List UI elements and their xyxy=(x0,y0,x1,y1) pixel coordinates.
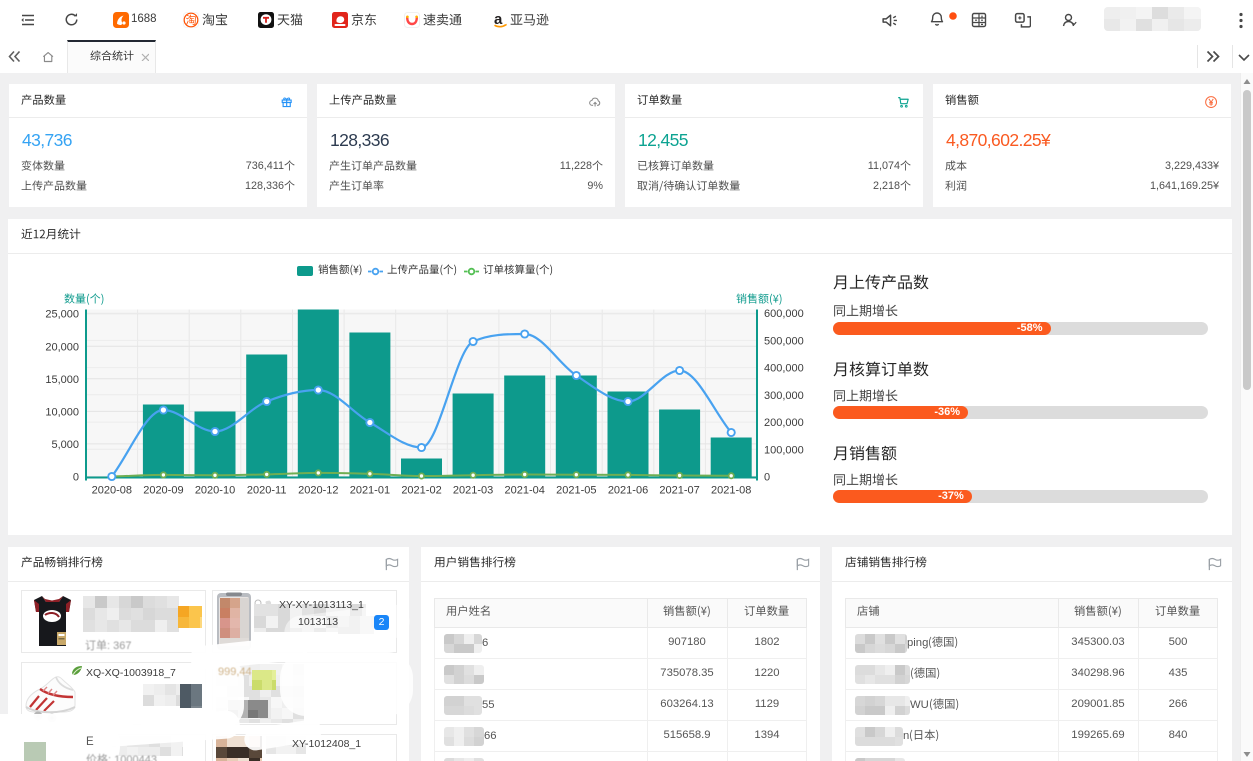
svg-text:300,000: 300,000 xyxy=(764,390,804,402)
svg-text:0: 0 xyxy=(73,472,79,484)
svg-text:2021-01: 2021-01 xyxy=(350,485,390,497)
svg-text:200,000: 200,000 xyxy=(764,417,804,429)
svg-text:0: 0 xyxy=(764,472,770,484)
svg-text:2021-05: 2021-05 xyxy=(556,485,596,497)
svg-text:20,000: 20,000 xyxy=(45,341,79,353)
svg-text:2020-09: 2020-09 xyxy=(143,485,183,497)
svg-text:600,000: 600,000 xyxy=(764,308,804,320)
svg-text:2021-08: 2021-08 xyxy=(711,485,751,497)
svg-text:500,000: 500,000 xyxy=(764,335,804,347)
svg-text:2020-08: 2020-08 xyxy=(92,485,132,497)
svg-text:25,000: 25,000 xyxy=(45,309,79,321)
svg-text:2021-04: 2021-04 xyxy=(505,485,545,497)
svg-text:5,000: 5,000 xyxy=(51,439,79,451)
svg-text:15,000: 15,000 xyxy=(45,374,79,386)
svg-text:100,000: 100,000 xyxy=(764,444,804,456)
svg-text:2021-02: 2021-02 xyxy=(401,485,441,497)
svg-text:2020-10: 2020-10 xyxy=(195,485,235,497)
svg-text:2021-03: 2021-03 xyxy=(453,485,493,497)
svg-text:2021-06: 2021-06 xyxy=(608,485,648,497)
svg-text:2021-07: 2021-07 xyxy=(659,485,699,497)
svg-text:2020-11: 2020-11 xyxy=(247,485,287,497)
svg-text:10,000: 10,000 xyxy=(45,406,79,418)
svg-text:400,000: 400,000 xyxy=(764,363,804,375)
svg-text:2020-12: 2020-12 xyxy=(298,485,338,497)
